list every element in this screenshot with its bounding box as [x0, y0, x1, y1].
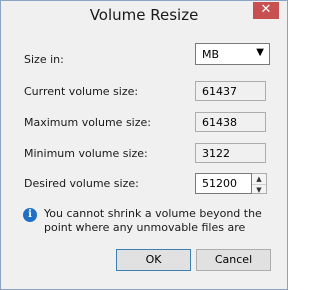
dialog-title: Volume Resize — [89, 6, 199, 24]
desired-size-input[interactable]: 51200 — [195, 173, 252, 194]
size-unit-select[interactable]: MB ▼ — [195, 43, 270, 65]
current-size-field: 61437 — [195, 81, 266, 101]
desired-size-label: Desired volume size: — [24, 177, 139, 190]
ok-button[interactable]: OK — [116, 249, 191, 271]
size-in-label: Size in: — [24, 53, 64, 66]
current-size-label: Current volume size: — [24, 85, 139, 98]
spin-down-icon[interactable]: ▼ — [252, 185, 266, 195]
size-unit-value: MB — [202, 48, 220, 61]
maximum-size-field: 61438 — [195, 112, 266, 132]
chevron-down-icon: ▼ — [256, 47, 264, 58]
info-message: You cannot shrink a volume beyond the po… — [44, 207, 262, 234]
maximum-size-label: Maximum volume size: — [24, 116, 151, 129]
title-bar: Volume Resize ✕ — [1, 1, 287, 31]
dialog-body: Size in: MB ▼ Current volume size: 61437… — [8, 31, 280, 282]
cancel-button[interactable]: Cancel — [196, 249, 271, 271]
minimum-size-field: 3122 — [195, 143, 266, 163]
info-icon: i — [23, 208, 37, 222]
desired-size-spinner[interactable]: ▲ ▼ — [252, 173, 267, 194]
close-button[interactable]: ✕ — [253, 2, 279, 19]
spin-up-icon[interactable]: ▲ — [252, 174, 266, 185]
volume-resize-dialog: Volume Resize ✕ Size in: MB ▼ Current vo… — [0, 0, 288, 290]
close-icon: ✕ — [260, 2, 272, 17]
minimum-size-label: Minimum volume size: — [24, 147, 148, 160]
